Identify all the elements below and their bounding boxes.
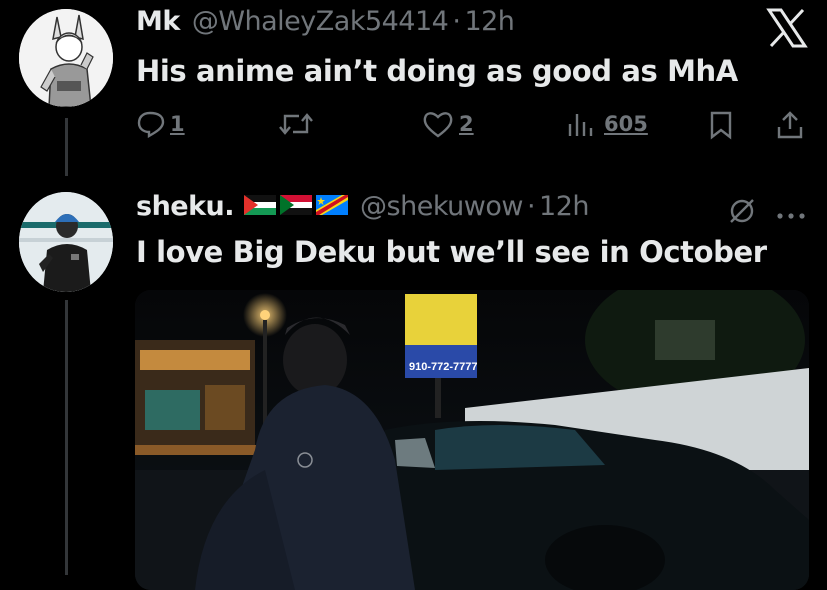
- thread-line: [65, 300, 68, 575]
- display-name[interactable]: sheku.: [136, 191, 235, 222]
- separator-dot: ·: [452, 6, 461, 37]
- retweet-icon: [279, 113, 313, 135]
- more-options-icon[interactable]: [776, 206, 806, 219]
- retweet-button[interactable]: [277, 110, 315, 138]
- share-button[interactable]: [775, 110, 805, 140]
- reply-button[interactable]: 1: [136, 110, 185, 138]
- views-chart-icon: [568, 114, 593, 136]
- x-logo-icon[interactable]: [766, 8, 808, 48]
- edited-icon[interactable]: [727, 196, 757, 230]
- thread-line: [65, 118, 68, 176]
- like-button[interactable]: 2: [422, 110, 474, 138]
- display-name[interactable]: Mk: [136, 6, 180, 37]
- tweet-header: sheku. @shekuwow · 12h: [136, 191, 590, 222]
- user-handle[interactable]: @shekuwow: [360, 191, 523, 222]
- share-icon: [777, 111, 803, 139]
- like-count: 2: [459, 112, 474, 136]
- user-handle[interactable]: @WhaleyZak54414: [192, 6, 449, 37]
- billboard-phone-text: 910-772-7777: [409, 361, 478, 373]
- heart-icon: [423, 112, 453, 138]
- tweet-header: Mk @WhaleyZak54414 · 12h: [136, 6, 515, 37]
- reply-count: 1: [170, 112, 185, 136]
- dr-congo-flag-icon: [316, 195, 349, 215]
- sudan-flag-icon: [280, 195, 313, 215]
- tweet-text: I love Big Deku but we’ll see in October: [136, 235, 767, 269]
- bookmark-button[interactable]: [708, 110, 734, 140]
- palestine-flag-icon: [244, 195, 277, 215]
- view-count: 605: [604, 112, 648, 136]
- avatar[interactable]: [19, 9, 113, 107]
- separator-dot: ·: [526, 191, 536, 222]
- timestamp[interactable]: 12h: [464, 6, 514, 37]
- avatar[interactable]: [19, 192, 113, 292]
- timestamp[interactable]: 12h: [539, 191, 589, 222]
- bookmark-icon: [710, 111, 732, 140]
- reply-icon: [137, 111, 165, 138]
- tweet-media-image[interactable]: 910-772-7777: [135, 290, 809, 590]
- views-button[interactable]: 605: [566, 110, 648, 138]
- tweet-text: His anime ain’t doing as good as MhA: [136, 54, 738, 88]
